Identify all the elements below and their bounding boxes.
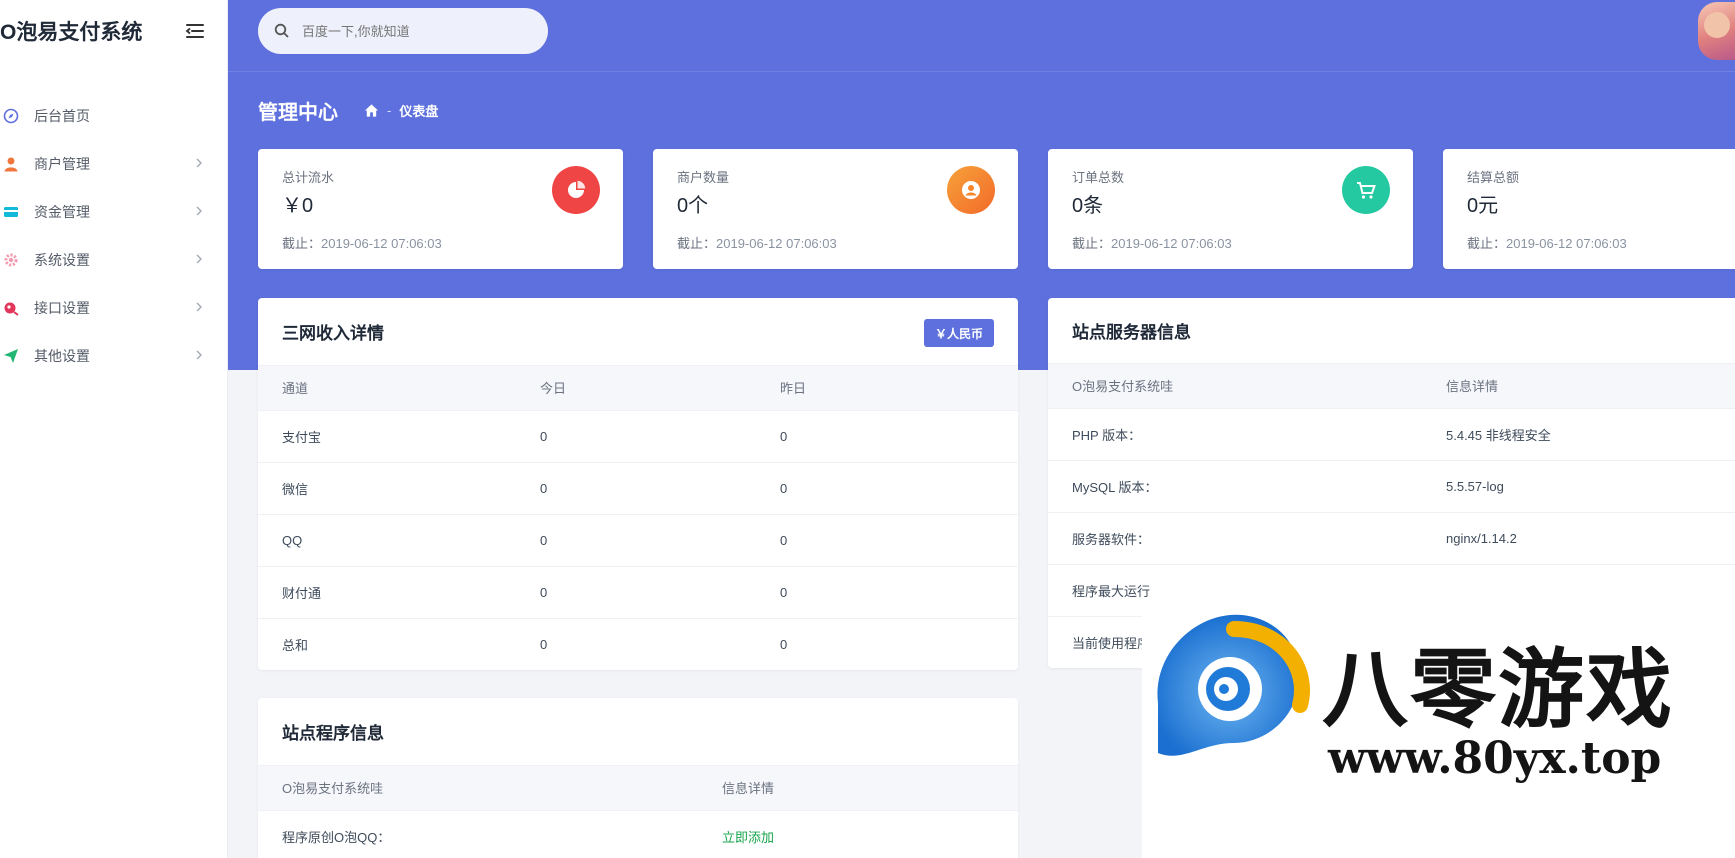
pie-chart-icon bbox=[552, 166, 600, 214]
sidebar-item-label: 其他设置 bbox=[34, 348, 90, 364]
table-header: O泡易支付系统哇 bbox=[1048, 364, 1446, 408]
stat-date: 截止：2019-06-12 07:06:03 bbox=[1467, 236, 1627, 251]
sidebar-item-label: 接口设置 bbox=[34, 300, 90, 316]
panel-title: 三网收入详情 bbox=[258, 298, 1018, 366]
breadcrumb: - 仪表盘 bbox=[364, 101, 438, 120]
paper-plane-icon bbox=[2, 347, 20, 365]
watermark-text: 八零游戏 bbox=[1322, 640, 1674, 740]
watermark-url: www.80yx.top bbox=[1328, 733, 1662, 784]
stat-card-merchant-count: 商户数量 0个 截止：2019-06-12 07:06:03 bbox=[653, 149, 1018, 269]
stat-date: 截止：2019-06-12 07:06:03 bbox=[282, 236, 442, 251]
cart-icon bbox=[1342, 166, 1390, 214]
sidebar-item-other-settings[interactable]: 其他设置 bbox=[0, 332, 228, 380]
chevron-right-icon bbox=[196, 302, 202, 312]
sidebar-item-api-settings[interactable]: 接口设置 bbox=[0, 284, 228, 332]
income-table: 通道 今日 昨日 支付宝 0 0 微信 0 0 QQ 0 0 财付通 0 0 总和 0 0 bbox=[258, 366, 1018, 670]
table-row: PHP 版本： 5.4.45 非线程安全 bbox=[1048, 407, 1735, 460]
stat-value: 0条 bbox=[1072, 195, 1104, 217]
sidebar-item-label: 商户管理 bbox=[34, 156, 90, 172]
stat-label: 订单总数 bbox=[1072, 170, 1125, 185]
user-avatar[interactable] bbox=[1698, 2, 1735, 60]
home-icon[interactable] bbox=[364, 103, 379, 118]
table-row: MySQL 版本： 5.5.57-log bbox=[1048, 459, 1735, 512]
compass-icon bbox=[2, 107, 20, 125]
sidebar-item-funds[interactable]: 资金管理 bbox=[0, 188, 228, 236]
table-row: 总和 0 0 bbox=[258, 617, 1018, 670]
chevron-right-icon bbox=[196, 158, 202, 168]
stat-value: 0元 bbox=[1467, 195, 1499, 217]
sidebar-item-label: 系统设置 bbox=[34, 252, 90, 268]
page-header: 管理中心 - 仪表盘 bbox=[258, 96, 438, 125]
stat-card-order-count: 订单总数 0条 截止：2019-06-12 07:06:03 bbox=[1048, 149, 1413, 269]
stat-card-settlement-total: 结算总额 0元 截止：2019-06-12 07:06:03 bbox=[1443, 149, 1735, 269]
sidebar-nav: 后台首页 商户管理 资金管理 系统设置 接口设置 其他设置 bbox=[0, 92, 228, 380]
stat-label: 商户数量 bbox=[677, 170, 730, 185]
stat-date: 截止：2019-06-12 07:06:03 bbox=[677, 236, 837, 251]
table-row: 程序原创O泡QQ： 立即添加 bbox=[258, 809, 1018, 858]
watermark-logo-icon bbox=[1157, 614, 1310, 756]
table-header: 昨日 bbox=[780, 366, 1018, 410]
stat-label: 总计流水 bbox=[282, 170, 335, 185]
sidebar-item-merchants[interactable]: 商户管理 bbox=[0, 140, 228, 188]
table-header: 信息详情 bbox=[722, 766, 1018, 810]
panel-title: 站点服务器信息 bbox=[1048, 298, 1735, 364]
sidebar-item-label: 资金管理 bbox=[34, 204, 90, 220]
search-input[interactable] bbox=[302, 23, 522, 39]
table-header: 通道 bbox=[258, 366, 540, 410]
table-header: O泡易支付系统哇 bbox=[258, 766, 722, 810]
gear-icon bbox=[2, 251, 20, 269]
table-row: 支付宝 0 0 bbox=[258, 409, 1018, 462]
sidebar: O泡易支付系统 后台首页 商户管理 资金管理 系统设置 接口设置 其他设置 bbox=[0, 0, 228, 858]
sidebar-item-system-settings[interactable]: 系统设置 bbox=[0, 236, 228, 284]
plug-icon bbox=[2, 299, 20, 317]
table-row: 财付通 0 0 bbox=[258, 565, 1018, 618]
chevron-right-icon bbox=[196, 350, 202, 360]
brand-title: O泡易支付系统 bbox=[0, 21, 143, 44]
table-row: 服务器软件： nginx/1.14.2 bbox=[1048, 511, 1735, 564]
top-bar bbox=[228, 0, 1735, 72]
sidebar-item-label: 后台首页 bbox=[34, 108, 90, 124]
sidebar-item-dashboard[interactable]: 后台首页 bbox=[0, 92, 228, 140]
user-icon bbox=[2, 155, 20, 173]
stat-label: 结算总额 bbox=[1467, 170, 1520, 185]
breadcrumb-separator: - bbox=[387, 103, 392, 118]
stat-date: 截止：2019-06-12 07:06:03 bbox=[1072, 236, 1232, 251]
watermark-overlay: 八零游戏 www.80yx.top bbox=[1142, 593, 1735, 858]
stat-value: 0个 bbox=[677, 195, 709, 217]
chevron-right-icon bbox=[196, 206, 202, 216]
breadcrumb-current: 仪表盘 bbox=[399, 104, 439, 119]
stat-value: ￥0 bbox=[282, 195, 314, 217]
stat-card-total-flow: 总计流水 ￥0 截止：2019-06-12 07:06:03 bbox=[258, 149, 623, 269]
card-icon bbox=[2, 203, 20, 221]
currency-button[interactable]: ￥人民币 bbox=[923, 319, 994, 347]
income-panel: 三网收入详情 ￥人民币 通道 今日 昨日 支付宝 0 0 微信 0 0 QQ 0 0 财付通… bbox=[258, 298, 1018, 670]
program-info-panel: 站点程序信息 O泡易支付系统哇 信息详情 程序原创O泡QQ： 立即添加 bbox=[258, 698, 1018, 858]
panel-title: 站点程序信息 bbox=[258, 698, 1018, 766]
user-circle-icon bbox=[947, 166, 995, 214]
table-row: 微信 0 0 bbox=[258, 461, 1018, 514]
program-info-table: O泡易支付系统哇 信息详情 程序原创O泡QQ： 立即添加 bbox=[258, 766, 1018, 858]
table-header: 信息详情 bbox=[1446, 364, 1735, 408]
chevron-right-icon bbox=[196, 254, 202, 264]
search-icon bbox=[274, 23, 289, 38]
add-qq-link[interactable]: 立即添加 bbox=[722, 830, 774, 845]
table-row: QQ 0 0 bbox=[258, 513, 1018, 566]
search-box bbox=[258, 8, 548, 54]
table-header: 今日 bbox=[540, 366, 780, 410]
page-title: 管理中心 bbox=[258, 102, 338, 124]
menu-collapse-icon[interactable] bbox=[184, 20, 206, 42]
